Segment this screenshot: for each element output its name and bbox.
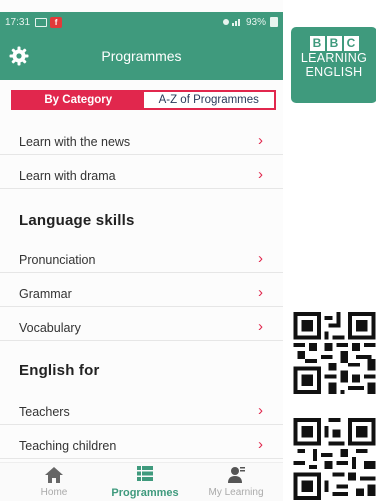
chevron-right-icon: ›	[258, 318, 263, 335]
list-item-teachers[interactable]: Teachers ›	[0, 392, 283, 425]
list-item-label: Learn with the news	[19, 135, 131, 149]
list-item-learn-with-drama[interactable]: Learn with drama ›	[0, 156, 283, 189]
bbc-block-c: C	[343, 36, 359, 51]
bbc-block-b1: B	[309, 36, 325, 51]
brand-line-learning: LEARNING	[300, 51, 368, 65]
list-item-learn-with-news[interactable]: Learn with the news ›	[0, 122, 283, 155]
tab-by-category[interactable]: By Category	[13, 92, 144, 108]
list-item-vocabulary[interactable]: Vocabulary ›	[0, 308, 283, 341]
nav-my-learning[interactable]: My Learning	[196, 465, 276, 498]
bbc-learning-english-logo: B B C LEARNING ENGLISH	[291, 27, 376, 103]
person-icon	[228, 467, 245, 483]
status-time: 17:31	[5, 16, 31, 28]
bottom-navigation: Home Programmes My Learning	[0, 462, 283, 501]
nav-programmes-label: Programmes	[111, 487, 179, 499]
bbc-blocks: B B C	[291, 36, 376, 51]
tab-a-z-programmes[interactable]: A-Z of Programmes	[144, 92, 275, 108]
battery-percent: 93%	[245, 16, 266, 28]
signal-icon	[222, 19, 240, 26]
section-heading-english-for: English for	[19, 362, 100, 379]
phone-screen: 17:31 f 93% Programmes By Category A-Z o…	[0, 0, 283, 501]
list-icon	[137, 466, 153, 481]
gallery-notification-icon	[35, 17, 48, 27]
nav-home[interactable]: Home	[14, 465, 94, 498]
qr-code-image	[293, 418, 376, 500]
nav-programmes[interactable]: Programmes	[105, 465, 185, 499]
chevron-right-icon: ›	[258, 436, 263, 453]
list-item-teaching-children[interactable]: Teaching children ›	[0, 426, 283, 459]
chevron-right-icon: ›	[258, 250, 263, 267]
status-right: 93%	[222, 17, 278, 28]
chevron-right-icon: ›	[258, 402, 263, 419]
list-item-label: Grammar	[19, 287, 72, 301]
list-item-label: Vocabulary	[19, 321, 81, 335]
page-title: Programmes	[101, 48, 182, 64]
chevron-right-icon: ›	[258, 166, 263, 183]
brand-line-english: ENGLISH	[305, 65, 363, 79]
battery-icon	[270, 17, 278, 27]
bbc-block-b2: B	[326, 36, 342, 51]
list-item-label: Teachers	[19, 405, 70, 419]
list-item-label: Learn with drama	[19, 169, 116, 183]
qr-code-image	[293, 312, 376, 394]
list-item-pronunciation[interactable]: Pronunciation ›	[0, 240, 283, 273]
list-item-label: Pronunciation	[19, 253, 96, 267]
chevron-right-icon: ›	[258, 132, 263, 149]
app-bar: Programmes	[0, 32, 283, 80]
status-bar: 17:31 f 93%	[0, 12, 283, 32]
nav-home-label: Home	[40, 487, 68, 498]
list-item-label: Teaching children	[19, 439, 117, 453]
category-toggle: By Category A-Z of Programmes	[11, 90, 276, 110]
home-icon	[45, 467, 63, 483]
list-item-grammar[interactable]: Grammar ›	[0, 274, 283, 307]
nav-my-learning-label: My Learning	[208, 487, 264, 498]
chevron-right-icon: ›	[258, 284, 263, 301]
section-heading-language-skills: Language skills	[19, 212, 135, 229]
flipboard-notification-icon: f	[50, 16, 63, 28]
